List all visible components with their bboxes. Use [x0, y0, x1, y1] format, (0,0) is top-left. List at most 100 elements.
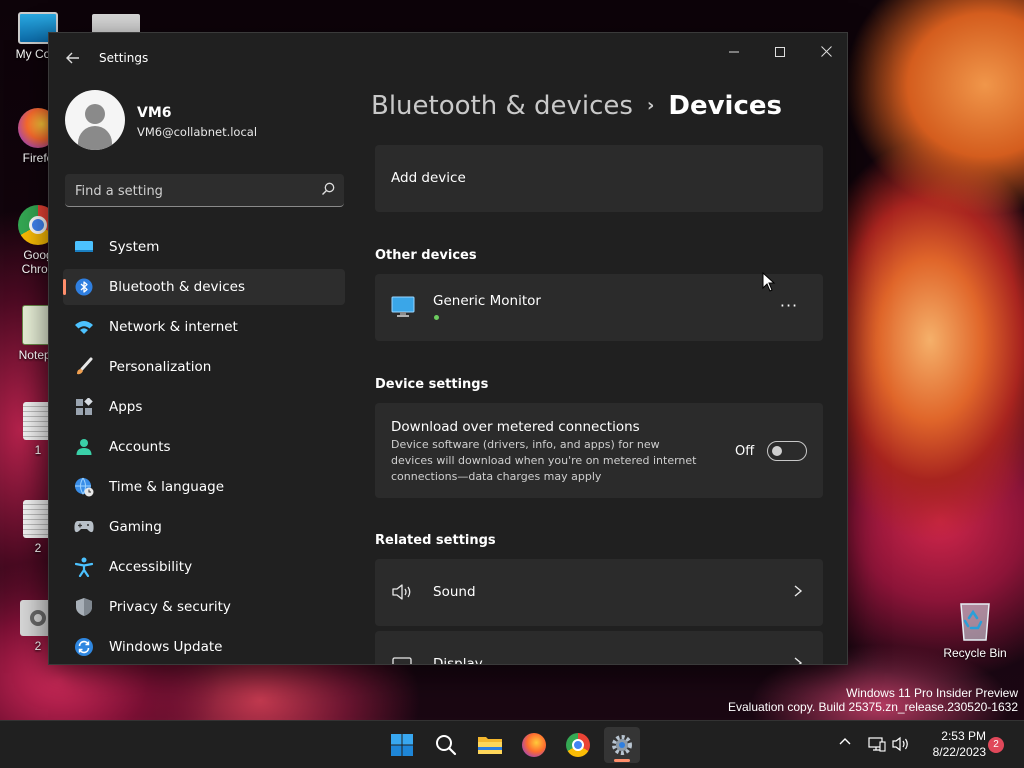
firefox-icon: [522, 733, 546, 757]
taskbar: 2:53 PM 8/22/2023 2: [0, 720, 1024, 768]
watermark-line: Evaluation copy. Build 25375.zn_release.…: [728, 700, 1018, 714]
sidebar-item-bluetooth-devices[interactable]: Bluetooth & devices: [63, 269, 345, 305]
breadcrumb: Bluetooth & devices › Devices: [371, 91, 782, 121]
notification-badge[interactable]: 2: [988, 737, 1004, 753]
tray-volume-button[interactable]: [892, 736, 910, 755]
display-icon: [392, 657, 412, 664]
breadcrumb-separator: ›: [646, 95, 655, 116]
minimize-button[interactable]: [711, 39, 757, 69]
clock-date[interactable]: 8/22/2023: [920, 745, 986, 759]
tray-network-button[interactable]: [868, 736, 886, 755]
add-device-label: Add device: [391, 170, 466, 186]
more-options-button[interactable]: ···: [775, 296, 803, 318]
user-email: VM6@collabnet.local: [137, 125, 258, 139]
close-icon: [820, 46, 832, 57]
sidebar-item-time-language[interactable]: Time & language: [63, 469, 345, 505]
sidebar-item-label: Network & internet: [109, 319, 238, 335]
sidebar-item-windows-update[interactable]: Windows Update: [63, 629, 345, 664]
search-icon[interactable]: [320, 181, 336, 197]
system-icon: [74, 237, 94, 257]
search-box: [65, 174, 344, 207]
section-title-other-devices: Other devices: [375, 248, 477, 263]
metered-toggle[interactable]: [767, 441, 807, 461]
add-device-button[interactable]: Add device: [375, 145, 823, 212]
sidebar-item-personalization[interactable]: Personalization: [63, 349, 345, 385]
maximize-button[interactable]: [757, 39, 803, 69]
window-title: Settings: [99, 51, 149, 65]
taskbar-settings[interactable]: [604, 727, 640, 763]
avatar[interactable]: [65, 90, 125, 150]
shield-icon: [74, 597, 94, 617]
desktop-icon-recycle-bin[interactable]: Recycle Bin: [937, 598, 1013, 660]
wifi-icon: [74, 317, 94, 337]
sidebar-item-label: Bluetooth & devices: [109, 279, 246, 295]
metered-connections-setting: Download over metered connections Device…: [375, 403, 823, 498]
sidebar-item-label: Personalization: [109, 359, 212, 375]
file-explorer-icon: [478, 737, 502, 754]
gamepad-icon: [74, 517, 94, 537]
accounts-icon: [74, 437, 94, 457]
device-row-generic-monitor[interactable]: Generic Monitor ···: [375, 274, 823, 341]
section-title-device-settings: Device settings: [375, 377, 489, 392]
title-bar[interactable]: Settings: [49, 33, 847, 81]
sidebar-item-apps[interactable]: Apps: [63, 389, 345, 425]
sidebar-item-label: Gaming: [109, 519, 162, 535]
connected-status-dot: [434, 315, 439, 320]
search-input[interactable]: [75, 181, 305, 201]
start-button[interactable]: [384, 727, 420, 763]
sidebar-item-label: Time & language: [109, 479, 225, 495]
page-title: Devices: [668, 91, 782, 121]
network-icon: [868, 737, 886, 752]
start-icon: [391, 734, 413, 756]
sidebar-item-accessibility[interactable]: Accessibility: [63, 549, 345, 585]
arrow-left-icon: [66, 52, 79, 64]
sidebar-item-label: Privacy & security: [109, 599, 231, 615]
speaker-icon: [392, 584, 411, 600]
chevron-up-icon: [839, 738, 851, 745]
apps-icon: [74, 397, 94, 417]
device-name: Generic Monitor: [433, 293, 541, 309]
clock-time[interactable]: 2:53 PM: [926, 729, 986, 743]
sidebar-item-label: Windows Update: [109, 639, 223, 655]
recycle-bin-icon: [960, 603, 990, 641]
update-icon: [74, 637, 94, 657]
breadcrumb-parent[interactable]: Bluetooth & devices: [371, 91, 633, 121]
sidebar-nav: System Bluetooth & devices Network & int…: [63, 229, 345, 664]
taskbar-search-button[interactable]: [428, 727, 464, 763]
volume-icon: [892, 736, 908, 752]
desktop-icon-settings-top[interactable]: [92, 14, 140, 34]
tray-overflow-button[interactable]: [838, 735, 852, 752]
setting-title: Download over metered connections: [391, 419, 640, 435]
minimize-icon: [729, 51, 739, 53]
globe-clock-icon: [74, 477, 94, 497]
sidebar-item-label: Accounts: [109, 439, 171, 455]
settings-icon: [612, 735, 632, 755]
taskbar-file-explorer[interactable]: [472, 727, 508, 763]
mouse-cursor-icon: [762, 272, 776, 292]
related-item-display[interactable]: Display: [375, 631, 823, 665]
back-button[interactable]: [61, 47, 85, 69]
chevron-right-icon: [794, 585, 803, 597]
sidebar-item-accounts[interactable]: Accounts: [63, 429, 345, 465]
os-watermark: Windows 11 Pro Insider Preview Evaluatio…: [728, 686, 1018, 714]
bluetooth-icon: [74, 277, 94, 297]
watermark-line: Windows 11 Pro Insider Preview: [846, 686, 1018, 700]
search-icon: [436, 735, 457, 756]
sidebar-item-network[interactable]: Network & internet: [63, 309, 345, 345]
monitor-icon: [391, 296, 415, 317]
sidebar-item-system[interactable]: System: [63, 229, 345, 265]
brush-icon: [74, 357, 94, 377]
related-item-label: Display: [433, 656, 483, 665]
taskbar-firefox[interactable]: [516, 727, 552, 763]
taskbar-chrome[interactable]: [560, 727, 596, 763]
section-title-related-settings: Related settings: [375, 533, 496, 548]
chevron-right-icon: [794, 657, 803, 664]
sidebar-item-label: System: [109, 239, 160, 255]
sidebar-item-gaming[interactable]: Gaming: [63, 509, 345, 545]
maximize-icon: [775, 47, 785, 57]
related-item-sound[interactable]: Sound: [375, 559, 823, 626]
close-button[interactable]: [803, 39, 847, 69]
sidebar-item-privacy-security[interactable]: Privacy & security: [63, 589, 345, 625]
sidebar-item-label: Accessibility: [109, 559, 193, 575]
user-name: VM6: [137, 105, 172, 121]
